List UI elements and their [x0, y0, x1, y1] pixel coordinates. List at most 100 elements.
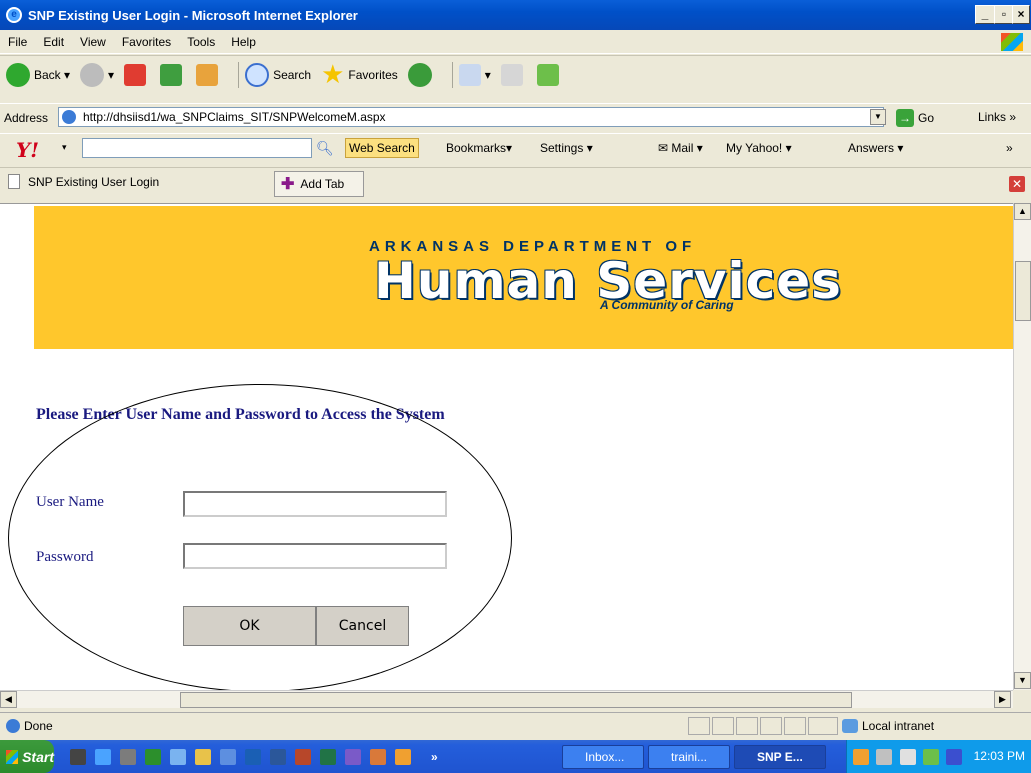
add-tab-button[interactable]: ✚ Add Tab [274, 171, 364, 197]
settings-label: Settings [540, 141, 584, 155]
mail-button[interactable]: ▾ [458, 63, 491, 86]
plus-icon: ✚ [281, 176, 295, 193]
task-snp[interactable]: SNP E... [734, 745, 826, 769]
scroll-right-icon[interactable]: ▶ [994, 691, 1011, 708]
toolbar-separator [238, 61, 240, 88]
yahoo-search-input[interactable] [82, 138, 312, 158]
quicklaunch-icon[interactable] [95, 748, 111, 765]
status-panel [784, 717, 806, 735]
restore-button[interactable]: ▫ [994, 5, 1014, 24]
mail-label: Mail [671, 141, 694, 155]
shield-icon[interactable] [946, 749, 963, 765]
history-button[interactable] [407, 62, 436, 87]
home-button[interactable] [196, 63, 222, 86]
tray-icon[interactable] [853, 749, 869, 765]
quicklaunch-icon[interactable] [370, 748, 386, 765]
status-panel [688, 717, 710, 735]
menu-tools[interactable]: Tools [187, 35, 215, 49]
stop-button[interactable] [124, 63, 150, 86]
ie-icon: e [6, 7, 22, 23]
yahoo-logo[interactable]: Y! [16, 138, 39, 162]
forward-arrow-icon [80, 62, 105, 87]
address-input[interactable]: http://dhsiisd1/wa_SNPClaims_SIT/SNPWelc… [58, 107, 884, 127]
tray-icon[interactable] [899, 749, 916, 765]
menu-edit[interactable]: Edit [43, 35, 64, 49]
start-button[interactable]: Start [0, 740, 54, 773]
yahoo-menu-arrow[interactable]: ▾ [62, 142, 67, 153]
quicklaunch-icon[interactable] [145, 748, 161, 765]
back-button[interactable]: Back ▾ [6, 62, 70, 87]
tray-icon[interactable] [923, 749, 940, 765]
quicklaunch-icon[interactable] [270, 748, 286, 765]
answers-link[interactable]: Answers ▾ [848, 141, 903, 155]
my-yahoo-link[interactable]: My Yahoo! ▾ [726, 141, 792, 155]
quicklaunch-icon[interactable] [70, 748, 86, 765]
task-training[interactable]: traini... [648, 745, 730, 769]
print-button[interactable] [500, 63, 527, 86]
status-panel [736, 717, 758, 735]
yahoo-overflow-chevron[interactable]: » [1006, 141, 1013, 155]
quicklaunch-icon[interactable] [345, 748, 361, 765]
mail-link[interactable]: ✉ Mail ▾ [658, 141, 703, 155]
windows-flag-icon [6, 749, 19, 764]
bookmarks-label: Bookmarks [446, 141, 507, 155]
quicklaunch-icon[interactable] [295, 748, 311, 765]
close-tab-icon[interactable]: ✕ [1009, 176, 1025, 192]
favorites-button[interactable]: ★ Favorites [321, 59, 398, 90]
search-button[interactable]: Search [245, 62, 312, 87]
vertical-scroll-thumb[interactable] [1015, 261, 1031, 321]
go-button[interactable]: → Go [896, 109, 934, 127]
go-label: Go [918, 111, 935, 125]
favorites-label: Favorites [348, 67, 398, 82]
quicklaunch-icon[interactable] [195, 748, 211, 765]
quicklaunch-icon[interactable] [120, 748, 136, 765]
menu-view[interactable]: View [80, 35, 106, 49]
settings-button[interactable]: Settings ▾ [540, 141, 593, 155]
quicklaunch-icon[interactable] [245, 748, 261, 765]
minimize-button[interactable]: _ [975, 5, 995, 24]
scroll-left-icon[interactable]: ◀ [0, 691, 17, 708]
bookmarks-button[interactable]: Bookmarks▾ [446, 141, 512, 155]
links-button[interactable]: Links » [978, 110, 1016, 124]
menu-file[interactable]: File [8, 35, 27, 49]
add-tab-label: Add Tab [300, 177, 345, 191]
quicklaunch-icon[interactable] [395, 748, 411, 765]
forward-button[interactable]: ▾ [80, 62, 114, 87]
my-yahoo-label: My Yahoo! [726, 141, 783, 155]
home-icon [196, 63, 219, 86]
messenger-icon [536, 63, 559, 86]
tab-current[interactable]: SNP Existing User Login [28, 175, 159, 189]
address-label: Address [4, 110, 49, 125]
quicklaunch-icon[interactable] [320, 748, 336, 765]
links-label: Links [978, 110, 1007, 124]
address-bar: Address http://dhsiisd1/wa_SNPClaims_SIT… [0, 103, 1031, 131]
status-panel [712, 717, 734, 735]
magnifier-icon[interactable]: 🔍︎ [316, 140, 334, 157]
system-tray: 12:03 PM [846, 740, 1031, 773]
menu-favorites[interactable]: Favorites [122, 35, 171, 49]
tray-icon[interactable] [876, 749, 893, 765]
answers-label: Answers [848, 141, 895, 155]
windows-logo-icon [1001, 33, 1023, 51]
address-dropdown-button[interactable]: ▼ [870, 109, 886, 125]
web-search-button[interactable]: Web Search [345, 138, 419, 158]
close-window-button[interactable]: × [1012, 5, 1030, 24]
clock: 12:03 PM [973, 749, 1025, 763]
address-url: http://dhsiisd1/wa_SNPClaims_SIT/SNPWelc… [83, 110, 386, 124]
scroll-down-icon[interactable]: ▼ [1014, 672, 1031, 689]
horizontal-scroll-thumb[interactable] [180, 692, 852, 708]
horizontal-scrollbar[interactable]: ◀ ▶ [0, 690, 1013, 708]
refresh-button[interactable] [160, 63, 186, 86]
scroll-up-icon[interactable]: ▲ [1014, 203, 1031, 220]
security-zone: Local intranet [842, 719, 934, 733]
quicklaunch-icon[interactable] [170, 748, 186, 765]
intranet-icon [842, 719, 858, 733]
task-inbox[interactable]: Inbox... [562, 745, 644, 769]
quicklaunch-icon[interactable] [220, 748, 236, 765]
vertical-scrollbar[interactable]: ▲ ▼ [1013, 203, 1031, 690]
menu-help[interactable]: Help [231, 35, 256, 49]
page-icon [62, 110, 76, 124]
messenger-button[interactable] [536, 63, 563, 86]
search-label: Search [273, 67, 312, 82]
quicklaunch-overflow-chevron[interactable]: » [431, 750, 438, 764]
